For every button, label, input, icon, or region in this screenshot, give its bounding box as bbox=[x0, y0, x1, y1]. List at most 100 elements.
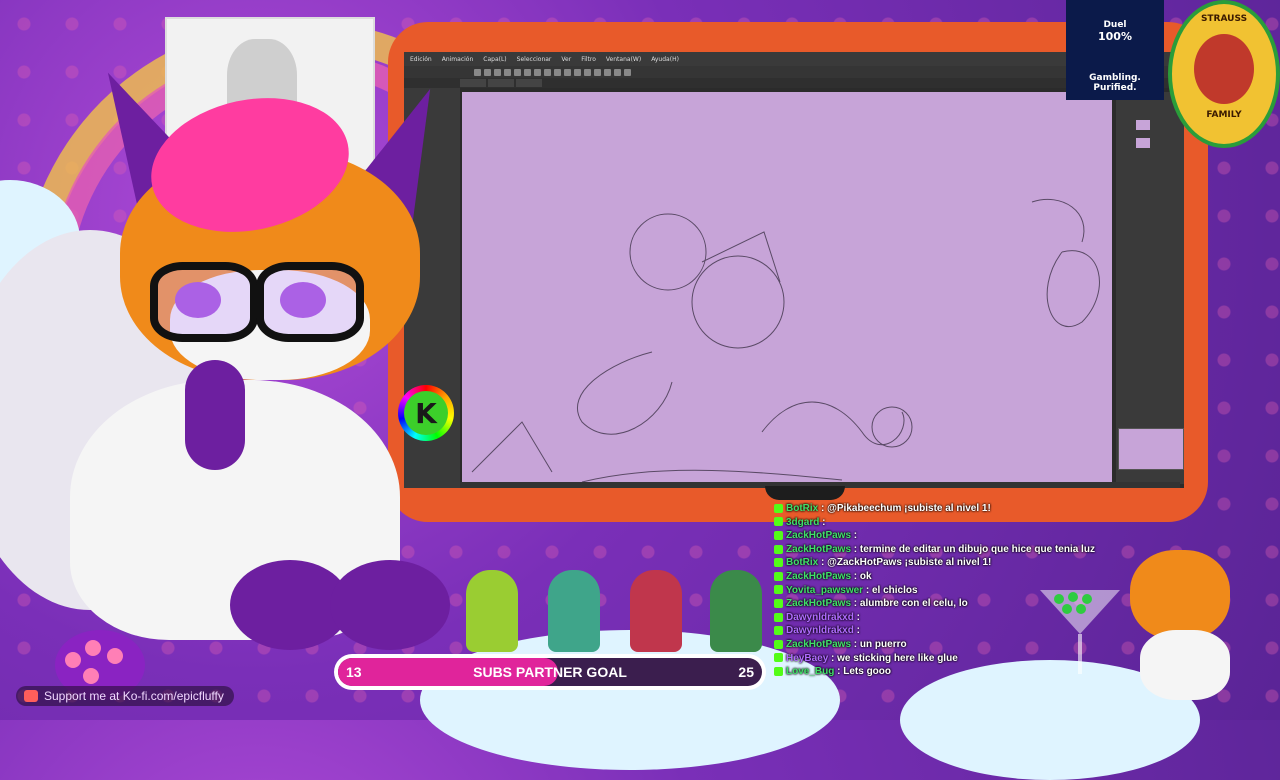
team-badge: STRAUSS FAMILY bbox=[1168, 0, 1280, 148]
beanie-character bbox=[466, 570, 518, 652]
chat-text: : un puerro bbox=[851, 638, 907, 650]
avatar-arm bbox=[185, 360, 245, 470]
chat-username[interactable]: ZackHotPaws bbox=[786, 598, 851, 609]
tool-icon[interactable] bbox=[484, 68, 491, 76]
paw-pad bbox=[85, 640, 101, 656]
kick-badge-icon bbox=[774, 639, 783, 649]
subs-goal-bar: 13 SUBS PARTNER GOAL 25 bbox=[334, 654, 766, 690]
chat-message: ZackHotPaws : alumbre con el celu, lo bbox=[774, 597, 1274, 611]
chat-username[interactable]: Dawynldrakxd bbox=[786, 612, 854, 623]
kick-badge-icon bbox=[774, 666, 783, 676]
tool-icon[interactable] bbox=[524, 68, 531, 76]
tool-icon[interactable] bbox=[584, 68, 591, 76]
chat-message: Dawynldrakxd : bbox=[774, 624, 1274, 638]
tool-icon[interactable] bbox=[624, 68, 631, 76]
chat-text: : bbox=[851, 530, 858, 542]
chat-username[interactable]: Love_Bug bbox=[786, 666, 834, 677]
glasses-icon bbox=[256, 262, 364, 342]
tab-document[interactable] bbox=[516, 79, 542, 87]
chat-username[interactable]: BotRix bbox=[786, 557, 818, 568]
chat-username[interactable]: ZackHotPaws bbox=[786, 639, 851, 650]
kofi-cup-icon bbox=[24, 690, 38, 702]
chat-message: Yovita_pawswer : el chiclos bbox=[774, 584, 1274, 598]
chat-text: : Lets gooo bbox=[834, 666, 892, 678]
layer-panel[interactable] bbox=[1116, 92, 1184, 484]
chat-message: BotRix : @ZackHotPaws ¡subiste al nivel … bbox=[774, 556, 1274, 570]
kick-badge-icon bbox=[774, 626, 783, 636]
menu-item-animation[interactable]: Animación bbox=[442, 56, 474, 63]
chat-overlay: BotRix : @Pikabeechum ¡subiste al nivel … bbox=[774, 502, 1274, 702]
chat-message: ZackHotPaws : ok bbox=[774, 570, 1274, 584]
chat-username[interactable]: Dawynldrakxd bbox=[786, 625, 854, 636]
sponsor-tagline-line1: Gambling. bbox=[1089, 73, 1141, 83]
tab-document[interactable] bbox=[488, 79, 514, 87]
kofi-text: Support me at Ko-fi.com/epicfluffy bbox=[44, 689, 224, 703]
monitor-stand bbox=[765, 486, 845, 500]
chat-message: HeyBaey : we sticking here like glue bbox=[774, 652, 1274, 666]
chat-message: ZackHotPaws : bbox=[774, 529, 1274, 543]
chat-username[interactable]: ZackHotPaws bbox=[786, 571, 851, 582]
tool-icon[interactable] bbox=[574, 68, 581, 76]
drawing-canvas[interactable] bbox=[462, 92, 1112, 484]
chat-text: : @Pikabeechum ¡subiste al nivel 1! bbox=[818, 503, 991, 514]
chat-username[interactable]: ZackHotPaws bbox=[786, 530, 851, 541]
tab-document[interactable] bbox=[460, 79, 486, 87]
kick-badge-icon bbox=[774, 571, 783, 581]
menu-item-select[interactable]: Seleccionar bbox=[517, 56, 552, 63]
menu-item-filter[interactable]: Filtro bbox=[581, 56, 596, 63]
sponsor-tagline: Gambling. Purified. bbox=[1066, 73, 1164, 93]
sketch-lines bbox=[471, 198, 1100, 483]
chat-text: : alumbre con el celu, lo bbox=[851, 598, 968, 610]
chat-message: BotRix : @Pikabeechum ¡subiste al nivel … bbox=[774, 502, 1274, 516]
menu-item-edit[interactable]: Edición bbox=[410, 56, 432, 63]
sponsor-banner[interactable]: Duel 100% Gambling. Purified. bbox=[1066, 0, 1164, 100]
kick-badge-icon bbox=[774, 653, 783, 663]
menu-item-view[interactable]: Ver bbox=[561, 56, 571, 63]
kick-badge-icon bbox=[774, 503, 783, 513]
layer-thumb[interactable] bbox=[1136, 138, 1150, 148]
avatar-leg bbox=[330, 560, 450, 650]
menu-item-layer[interactable]: Capa(L) bbox=[483, 56, 506, 63]
chat-text: : bbox=[819, 516, 826, 528]
glasses-icon bbox=[150, 262, 258, 342]
chat-username[interactable]: 3dgard bbox=[786, 517, 819, 528]
tool-icon[interactable] bbox=[514, 68, 521, 76]
team-badge-top: STRAUSS bbox=[1200, 14, 1248, 24]
chat-message: 3dgard : bbox=[774, 516, 1274, 530]
tool-icon[interactable] bbox=[594, 68, 601, 76]
goal-label: SUBS PARTNER GOAL bbox=[473, 664, 627, 680]
chat-text: : bbox=[853, 611, 860, 623]
tool-icon[interactable] bbox=[504, 68, 511, 76]
chat-username[interactable]: BotRix bbox=[786, 503, 818, 514]
layer-thumb[interactable] bbox=[1136, 120, 1150, 130]
chat-username[interactable]: ZackHotPaws bbox=[786, 544, 851, 555]
tool-icon[interactable] bbox=[554, 68, 561, 76]
kick-badge-icon bbox=[774, 517, 783, 527]
tool-icon[interactable] bbox=[534, 68, 541, 76]
kofi-banner[interactable]: Support me at Ko-fi.com/epicfluffy bbox=[16, 686, 234, 706]
kick-badge-icon bbox=[774, 558, 783, 568]
kick-letter: K bbox=[404, 391, 448, 435]
chat-message: ZackHotPaws : un puerro bbox=[774, 638, 1274, 652]
drawing-app-window: Edición Animación Capa(L) Seleccionar Ve… bbox=[404, 52, 1184, 488]
kick-badge-icon bbox=[774, 585, 783, 595]
menu-item-window[interactable]: Ventana(W) bbox=[606, 56, 641, 63]
navigator-preview[interactable] bbox=[1118, 428, 1184, 470]
kick-badge-icon bbox=[774, 544, 783, 554]
tool-icon[interactable] bbox=[544, 68, 551, 76]
tool-icon[interactable] bbox=[474, 68, 481, 76]
paw-pad bbox=[107, 648, 123, 664]
tool-icon[interactable] bbox=[564, 68, 571, 76]
tool-icon[interactable] bbox=[494, 68, 501, 76]
tool-icon[interactable] bbox=[604, 68, 611, 76]
chat-username[interactable]: Yovita_pawswer bbox=[786, 585, 863, 596]
chat-message: Dawynldrakxd : bbox=[774, 611, 1274, 625]
sponsor-name: Duel bbox=[1103, 20, 1127, 30]
sponsor-tagline-line2: Purified. bbox=[1093, 83, 1137, 93]
goal-target: 25 bbox=[738, 664, 754, 680]
chat-username[interactable]: HeyBaey bbox=[786, 653, 828, 664]
tool-icon[interactable] bbox=[614, 68, 621, 76]
beanie-characters bbox=[466, 570, 766, 654]
menu-item-help[interactable]: Ayuda(H) bbox=[651, 56, 679, 63]
sponsor-percent: 100% bbox=[1098, 30, 1132, 43]
